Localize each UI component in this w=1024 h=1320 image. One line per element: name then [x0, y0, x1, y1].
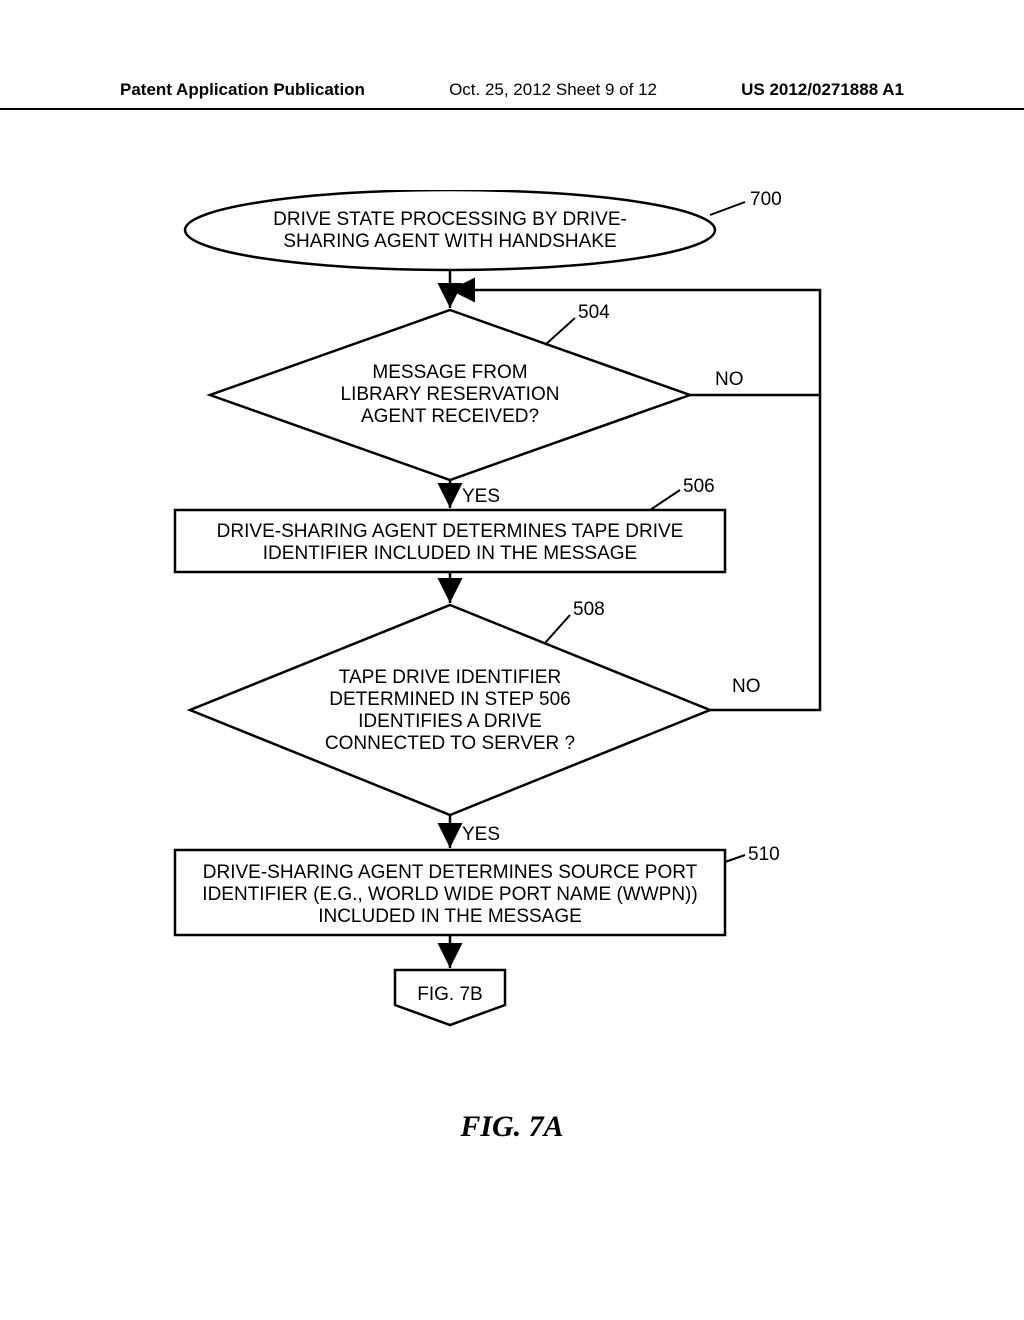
process1-line2: IDENTIFIER INCLUDED IN THE MESSAGE: [263, 543, 637, 564]
flowchart-diagram: DRIVE STATE PROCESSING BY DRIVE- SHARING…: [150, 190, 870, 1130]
decision1-line2: LIBRARY RESERVATION: [341, 384, 560, 405]
decision2-line4: CONNECTED TO SERVER ?: [325, 733, 575, 754]
terminal-ref: 700: [750, 190, 782, 210]
decision1-line1: MESSAGE FROM: [372, 362, 527, 383]
page-header: Patent Application Publication Oct. 25, …: [0, 80, 1024, 110]
process2-line1: DRIVE-SHARING AGENT DETERMINES SOURCE PO…: [203, 862, 698, 883]
terminal-line2: SHARING AGENT WITH HANDSHAKE: [283, 231, 616, 252]
decision2-line1: TAPE DRIVE IDENTIFIER: [339, 667, 561, 688]
decision2-yes: YES: [462, 824, 500, 845]
decision1-yes: YES: [462, 486, 500, 507]
terminal-line1: DRIVE STATE PROCESSING BY DRIVE-: [273, 209, 627, 230]
process1-line1: DRIVE-SHARING AGENT DETERMINES TAPE DRIV…: [217, 521, 684, 542]
header-right: US 2012/0271888 A1: [741, 80, 904, 100]
decision1-no: NO: [715, 369, 744, 390]
process2-ref: 510: [748, 844, 780, 865]
process2-line2: IDENTIFIER (E.G., WORLD WIDE PORT NAME (…: [202, 884, 697, 905]
header-left: Patent Application Publication: [120, 80, 365, 100]
decision1-line3: AGENT RECEIVED?: [361, 406, 539, 427]
figure-caption: FIG. 7A: [0, 1110, 1024, 1144]
decision2-line3: IDENTIFIES A DRIVE: [358, 711, 542, 732]
decision2-ref: 508: [573, 599, 605, 620]
decision2-no: NO: [732, 676, 761, 697]
connector-text: FIG. 7B: [417, 984, 482, 1005]
process1-ref: 506: [683, 476, 715, 497]
header-center: Oct. 25, 2012 Sheet 9 of 12: [449, 80, 657, 100]
decision2-line2: DETERMINED IN STEP 506: [329, 689, 570, 710]
process2-line3: INCLUDED IN THE MESSAGE: [318, 906, 582, 927]
decision1-ref: 504: [578, 302, 610, 323]
